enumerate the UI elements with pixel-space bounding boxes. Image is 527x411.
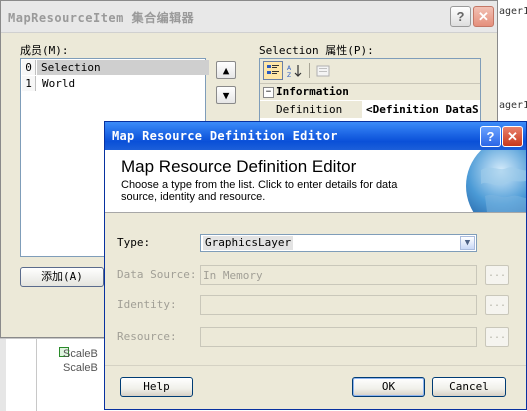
footer-divider [105, 365, 526, 366]
type-label: Type: [117, 236, 151, 249]
window-title: MapResourceItem 集合编辑器 [8, 11, 195, 25]
list-item-index: 0 [22, 60, 36, 75]
help-button[interactable]: ? [480, 126, 501, 147]
globe-icon [466, 150, 526, 212]
background-scalebar-label: ScaleB [63, 362, 98, 374]
move-down-button[interactable]: ▼ [216, 86, 236, 104]
categorized-icon[interactable] [263, 61, 283, 80]
collapse-icon[interactable]: − [263, 87, 274, 98]
data-source-value: In Memory [203, 269, 263, 282]
identity-label: Identity: [117, 298, 177, 311]
list-item-index: 1 [22, 76, 36, 91]
help-icon: ? [486, 129, 495, 144]
close-icon: ✕ [478, 8, 489, 24]
definition-editor-titlebar[interactable]: Map Resource Definition Editor ? ✕ [105, 122, 526, 150]
svg-text:Z: Z [287, 72, 291, 78]
properties-label: Selection 属性(P): [259, 44, 374, 57]
ok-button[interactable]: OK [352, 377, 425, 397]
background-label: ager1 [499, 6, 527, 17]
resource-browse-button[interactable]: ... [485, 327, 509, 347]
property-pages-icon[interactable] [313, 61, 333, 80]
chevron-down-icon[interactable]: ▼ [460, 236, 475, 250]
category-name: Information [276, 85, 349, 98]
property-name: Definition [260, 101, 362, 118]
help-button[interactable]: ? [450, 6, 471, 27]
list-item[interactable]: 0 Selection [22, 60, 209, 75]
type-select[interactable]: GraphicsLayer ▼ [200, 234, 477, 252]
alphabetical-icon[interactable]: AZ [285, 61, 305, 80]
resource-label: Resource: [117, 330, 177, 343]
type-select-value: GraphicsLayer [203, 236, 294, 250]
data-source-label: Data Source: [117, 268, 197, 281]
definition-editor-window: Map Resource Definition Editor ? ✕ Map R… [104, 121, 527, 410]
category-row[interactable]: − Information [260, 84, 480, 100]
data-source-browse-button[interactable]: ... [485, 265, 509, 285]
dialog-header: Map Resource Definition Editor Choose a … [105, 150, 526, 213]
header-title: Map Resource Definition Editor [121, 157, 357, 176]
list-item-name: Selection [37, 60, 209, 75]
collection-editor-titlebar[interactable]: MapResourceItem 集合编辑器 ? ✕ [1, 1, 497, 33]
window-title: Map Resource Definition Editor [112, 129, 338, 143]
property-row[interactable]: Definition <Definition DataS [260, 101, 480, 118]
resource-field[interactable] [200, 327, 477, 347]
toolbar-separator [309, 63, 310, 78]
list-item[interactable]: 1 World [22, 76, 204, 91]
data-source-field[interactable]: In Memory [200, 265, 477, 285]
property-grid[interactable]: AZ − Information Definition <Definition … [259, 58, 481, 128]
identity-field[interactable] [200, 295, 477, 315]
cancel-button[interactable]: Cancel [432, 377, 506, 397]
background-label: ager1 [499, 100, 527, 111]
background-divider [36, 339, 37, 411]
header-description: Choose a type from the list. Click to en… [121, 179, 398, 203]
add-button[interactable]: 添加(A) [20, 267, 104, 287]
property-value[interactable]: <Definition DataS [363, 101, 483, 118]
move-up-button[interactable]: ▲ [216, 61, 236, 79]
help-icon: ? [456, 9, 465, 24]
arrow-down-icon: ▼ [222, 88, 230, 102]
background-scalebar-label: ScaleB [63, 348, 98, 360]
help-dialog-button[interactable]: Help [120, 377, 193, 397]
close-button[interactable]: ✕ [502, 126, 523, 147]
arrow-up-icon: ▲ [222, 63, 230, 77]
members-label: 成员(M): [20, 44, 69, 57]
svg-text:A: A [287, 65, 292, 72]
background-strip [0, 339, 6, 411]
identity-browse-button[interactable]: ... [485, 295, 509, 315]
list-item-name: World [42, 77, 76, 90]
close-button[interactable]: ✕ [473, 6, 494, 27]
close-icon: ✕ [507, 128, 518, 144]
property-grid-toolbar: AZ [260, 59, 480, 84]
